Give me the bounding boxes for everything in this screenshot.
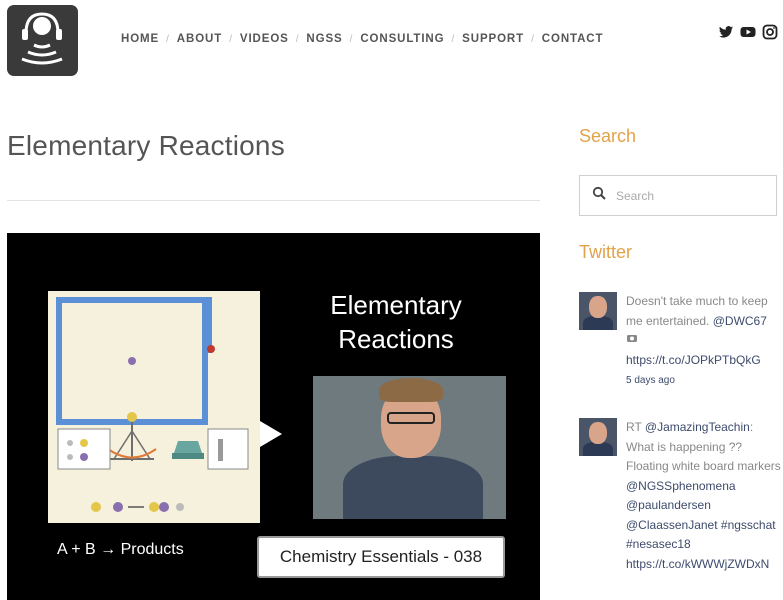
search-icon: [592, 186, 606, 205]
tweet-mention[interactable]: @NGSSphenomena: [626, 479, 736, 493]
tweet-mention[interactable]: @DWC67: [713, 314, 767, 328]
nav-contact[interactable]: CONTACT: [542, 33, 604, 45]
avatar-face: [589, 422, 607, 444]
nav-about[interactable]: ABOUT: [177, 33, 222, 45]
camera-icon: [626, 331, 638, 343]
episode-badge: Chemistry Essentials - 038: [257, 536, 505, 578]
avatar-face: [589, 296, 607, 318]
title-divider: [7, 200, 540, 201]
nav-support[interactable]: SUPPORT: [462, 33, 524, 45]
play-icon[interactable]: [260, 421, 282, 447]
social-links: [718, 24, 778, 40]
search-heading: Search: [579, 126, 637, 146]
youtube-icon[interactable]: [740, 24, 756, 40]
headphones-logo-icon: [21, 12, 63, 65]
nav-separator: /: [166, 33, 170, 45]
search-box[interactable]: [579, 175, 777, 216]
tweet-text: RT @JamazingTeachin: What is happening ?…: [626, 418, 781, 574]
simulation-drawing: [57, 345, 249, 512]
tweet-retweet-prefix: RT: [626, 420, 645, 434]
presenter-hair: [379, 378, 443, 402]
video-title-line1: Elementary: [330, 290, 462, 320]
nav-separator: /: [349, 33, 354, 45]
tweet-text: Doesn't take much to keep me entertained…: [626, 292, 781, 391]
nav-separator: /: [531, 33, 535, 45]
nav-ngss[interactable]: NGSS: [306, 33, 342, 45]
reaction-equation: A + B → Products: [57, 541, 184, 558]
presenter-glasses: [387, 412, 435, 424]
nav-separator: /: [229, 33, 233, 45]
twitter-icon[interactable]: [718, 24, 734, 40]
nav-home[interactable]: HOME: [121, 33, 159, 45]
search-input[interactable]: [616, 188, 766, 203]
simulation-image: [48, 291, 260, 523]
avatar[interactable]: [579, 418, 617, 456]
nav-videos[interactable]: VIDEOS: [240, 33, 289, 45]
twitter-heading: Twitter: [579, 242, 633, 262]
avatar-shirt: [583, 442, 613, 456]
main-nav: HOME / ABOUT / VIDEOS / NGSS / CONSULTIN…: [121, 33, 603, 45]
tweet-timestamp[interactable]: 5 days ago: [626, 375, 675, 386]
tweet-link[interactable]: https://t.co/JOPkPTbQkG: [626, 353, 761, 367]
instagram-icon[interactable]: [762, 24, 778, 40]
nav-separator: /: [295, 33, 300, 45]
nav-separator: /: [451, 33, 456, 45]
presenter-shirt: [343, 456, 483, 519]
page-title: Elementary Reactions: [7, 130, 285, 161]
presenter-image: [313, 376, 506, 519]
site-logo[interactable]: [7, 5, 78, 76]
avatar-shirt: [583, 316, 613, 330]
tweet-link[interactable]: https://t.co/kWWWjZWDxN: [626, 557, 769, 571]
tweet-mention[interactable]: @JamazingTeachin: [645, 420, 750, 434]
tweet-mention[interactable]: @ClaassenJanet: [626, 518, 718, 532]
video-slide-title: Elementary Reactions: [326, 288, 466, 356]
tweet-mention[interactable]: @paulandersen: [626, 498, 711, 512]
video-player[interactable]: Elementary Reactions A + B → Products Ch…: [7, 233, 540, 600]
avatar[interactable]: [579, 292, 617, 330]
video-title-line2: Reactions: [338, 324, 454, 354]
nav-consulting[interactable]: CONSULTING: [360, 33, 444, 45]
